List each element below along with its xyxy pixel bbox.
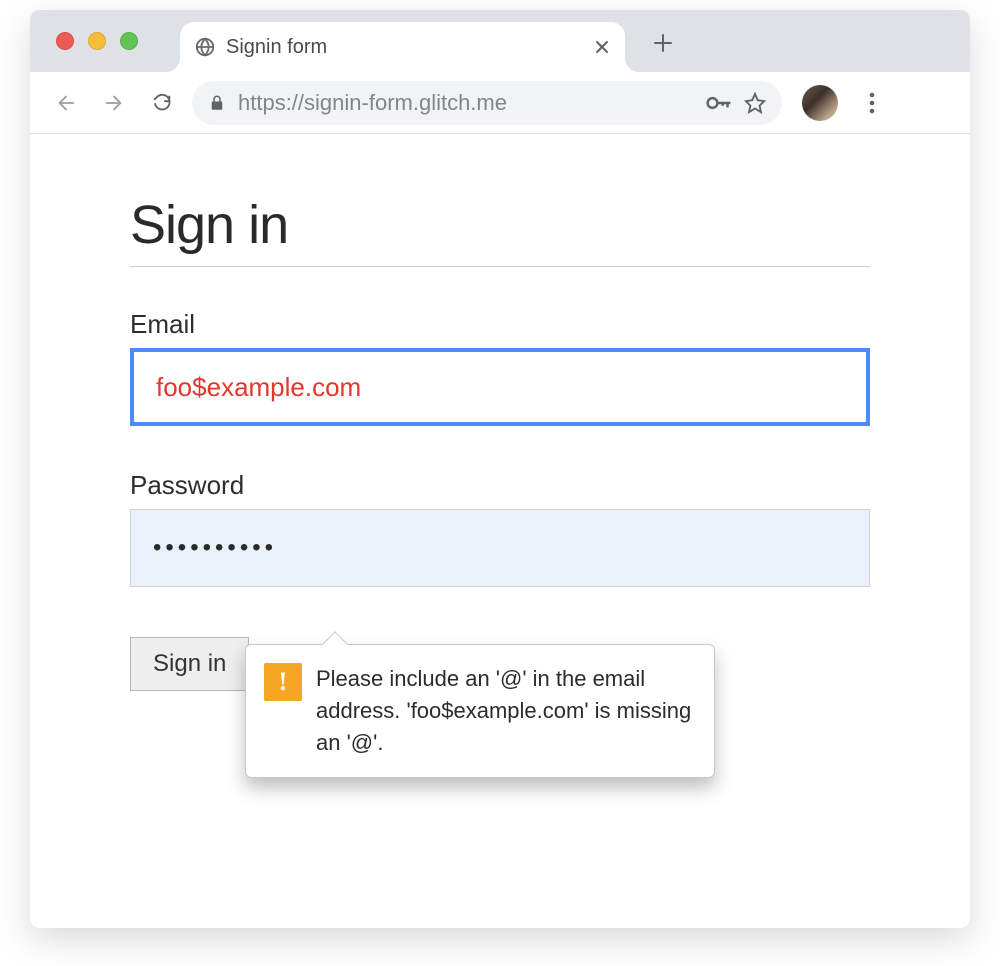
- arrow-left-icon: [55, 92, 77, 114]
- globe-icon: [194, 36, 216, 58]
- dots-vertical-icon: [869, 92, 875, 114]
- close-window-button[interactable]: [56, 32, 74, 50]
- tabstrip: Signin form: [30, 10, 970, 72]
- tab-title: Signin form: [226, 36, 593, 59]
- password-value-masked: ••••••••••: [153, 534, 277, 562]
- page-title: Sign in: [130, 194, 870, 256]
- address-bar[interactable]: https://signin-form.glitch.me: [192, 81, 782, 125]
- window-controls: [56, 32, 138, 50]
- url-text: https://signin-form.glitch.me: [238, 90, 694, 116]
- lock-icon: [208, 94, 226, 112]
- password-field[interactable]: ••••••••••: [130, 509, 870, 587]
- back-button[interactable]: [48, 85, 84, 121]
- key-icon: [706, 93, 732, 113]
- minimize-window-button[interactable]: [88, 32, 106, 50]
- browser-tab[interactable]: Signin form: [180, 22, 625, 72]
- maximize-window-button[interactable]: [120, 32, 138, 50]
- signin-button-label: Sign in: [153, 650, 226, 677]
- new-tab-button[interactable]: [650, 30, 676, 56]
- forward-button[interactable]: [96, 85, 132, 121]
- validation-tooltip: ! Please include an '@' in the email add…: [245, 644, 715, 778]
- password-label: Password: [130, 470, 870, 501]
- plus-icon: [653, 33, 673, 53]
- validation-message: Please include an '@' in the email addre…: [316, 663, 694, 759]
- star-icon[interactable]: [744, 92, 766, 114]
- reload-icon: [151, 92, 173, 114]
- browser-menu-button[interactable]: [854, 85, 890, 121]
- reload-button[interactable]: [144, 85, 180, 121]
- divider: [130, 266, 870, 267]
- warning-icon: !: [264, 663, 302, 701]
- profile-avatar[interactable]: [802, 85, 838, 121]
- email-label: Email: [130, 309, 870, 340]
- toolbar: https://signin-form.glitch.me: [30, 72, 970, 134]
- close-icon: [595, 40, 609, 54]
- email-value: foo$example.com: [156, 372, 361, 403]
- email-field[interactable]: foo$example.com: [130, 348, 870, 426]
- browser-window: Signin form https://signin-form.glitch.m…: [30, 10, 970, 928]
- page-content: Sign in Email foo$example.com Password •…: [30, 134, 970, 731]
- signin-button[interactable]: Sign in: [130, 637, 249, 691]
- arrow-right-icon: [103, 92, 125, 114]
- close-tab-button[interactable]: [593, 38, 611, 56]
